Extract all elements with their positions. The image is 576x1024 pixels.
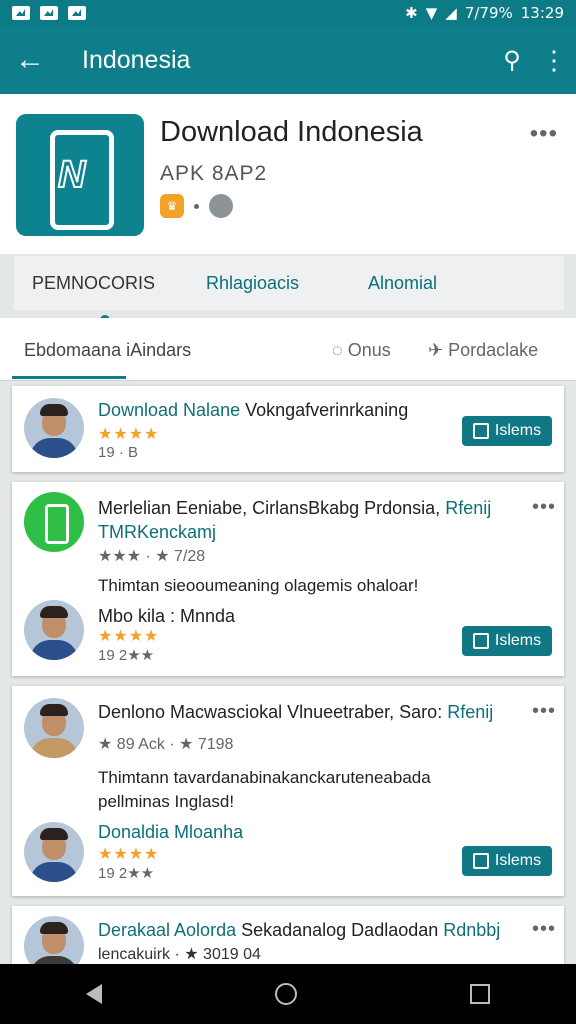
search-icon[interactable]: ⚲ — [492, 46, 532, 75]
crown-badge-icon: ♛ — [160, 194, 184, 218]
app-title: Download Indonesia — [160, 116, 423, 148]
app-header: N Download Indonesia APK 8AP2 ♛ ••• — [0, 94, 576, 254]
install-button[interactable]: Islems — [462, 846, 552, 876]
photo-notification-icon — [40, 6, 58, 20]
install-icon — [472, 853, 489, 869]
sub-tab-row: Ebdomaana iAindars ◌ Onus ✈ Pordaclake — [0, 318, 576, 381]
app-badges: ♛ — [160, 194, 233, 218]
gallery-notification-icon — [12, 6, 30, 20]
clock: 13:29 — [520, 4, 564, 22]
chat-bubble-icon: ◌ — [332, 340, 348, 360]
info-badge-icon — [209, 194, 233, 218]
nav-home-icon[interactable] — [274, 983, 297, 1005]
separator-dot — [194, 203, 199, 209]
tab-label: PEMNOCORIS — [32, 272, 156, 293]
item-more-button[interactable]: ••• — [532, 496, 556, 519]
star-rating: ★★★★ — [98, 426, 160, 443]
item-subtitle: lencakuirk · ★ 3019 04 — [98, 946, 261, 963]
avatar — [24, 600, 84, 660]
more-vert-icon[interactable]: ⋮ — [532, 45, 576, 76]
tab-alnomial[interactable]: Alnomial — [368, 273, 437, 294]
back-arrow-icon[interactable]: ← — [0, 43, 60, 77]
item-more-button[interactable]: ••• — [532, 700, 556, 723]
page-title: Indonesia — [82, 45, 191, 74]
signal-icon: ◢ — [445, 4, 457, 22]
media-notification-icon — [68, 6, 86, 20]
item-title: Derakaal Aolorda Sekadanalog Dadlaodan R… — [98, 920, 501, 940]
item-title: Download Nalane Vokngafverinrkaning — [98, 400, 409, 420]
nav-recents-icon[interactable] — [469, 984, 490, 1004]
avatar — [24, 916, 84, 964]
install-button[interactable]: Islems — [462, 626, 552, 656]
avatar — [24, 698, 84, 758]
item-rating: ★★★ · ★ 7/28 — [98, 548, 206, 565]
tab-pemnocoris[interactable]: PEMNOCORIS — [32, 272, 188, 325]
app-bar: ← Indonesia ⚲ ⋮ — [0, 26, 576, 94]
pin-icon: ✈ — [428, 340, 449, 360]
status-bar: ✱ ▼ ◢ 7/79% 13:29 — [0, 0, 576, 26]
item-meta: 19 · B — [98, 444, 139, 461]
item-subtitle: TMRKenckamj — [98, 522, 217, 542]
sub-tab-onus[interactable]: ◌ Onus — [332, 340, 391, 361]
item-meta: 19 2★★ — [98, 647, 155, 664]
header-more-button[interactable]: ••• — [530, 120, 558, 148]
item-title: Denlono Macwasciokal Vlnueetraber, Saro:… — [98, 702, 494, 722]
item-rating: ★ 89 Ack · ★ 7198 — [98, 736, 234, 753]
item-description: Thimtann tavardanabinakanckaruteneabada — [98, 768, 431, 787]
list-item[interactable]: Denlono Macwasciokal Vlnueetraber, Saro:… — [12, 686, 564, 896]
battery-text: 7/79% — [464, 4, 513, 22]
sub-item-name: Donaldia Mloanha — [98, 822, 244, 842]
system-nav-bar — [0, 964, 576, 1024]
app-logo-icon: N — [16, 114, 144, 236]
install-icon — [472, 423, 489, 439]
item-meta: 19 2★★ — [98, 865, 155, 882]
wifi-icon: ▼ — [425, 4, 438, 22]
list-item[interactable]: Derakaal Aolorda Sekadanalog Dadlaodan R… — [12, 906, 564, 964]
item-description: Thimtan sieooumeaning olagemis ohaloar! — [98, 576, 419, 595]
item-more-button[interactable]: ••• — [532, 918, 556, 941]
app-green-icon — [24, 492, 84, 552]
install-button[interactable]: Islems — [462, 416, 552, 446]
bluetooth-icon: ✱ — [405, 4, 418, 22]
install-icon — [472, 633, 489, 649]
avatar — [24, 822, 84, 882]
app-subtitle: APK 8AP2 — [160, 162, 268, 185]
sub-tab-indicator — [12, 376, 126, 379]
star-rating: ★★★★ — [98, 846, 160, 863]
list-item[interactable]: Download Nalane Vokngafverinrkaning ★★★★… — [12, 386, 564, 472]
item-description-2: pellminas Inglasd! — [98, 792, 235, 811]
tab-rhlagioacis[interactable]: Rhlagioacis — [206, 273, 368, 294]
sub-tab-ebdomaana[interactable]: Ebdomaana iAindars — [24, 340, 191, 361]
nav-back-icon[interactable] — [86, 984, 103, 1004]
tab-bar: PEMNOCORIS Rhlagioacis Alnomial — [14, 256, 564, 325]
star-rating: ★★★★ — [98, 628, 160, 645]
sub-tab-pordaclake[interactable]: ✈ Pordaclake — [428, 340, 538, 361]
item-title: Merlelian Eeniabe, CirlansBkabg Prdonsia… — [98, 498, 492, 518]
sub-item-name: Mbo kila : Mnnda — [98, 606, 236, 626]
avatar — [24, 398, 84, 458]
list-item[interactable]: Merlelian Eeniabe, CirlansBkabg Prdonsia… — [12, 482, 564, 676]
